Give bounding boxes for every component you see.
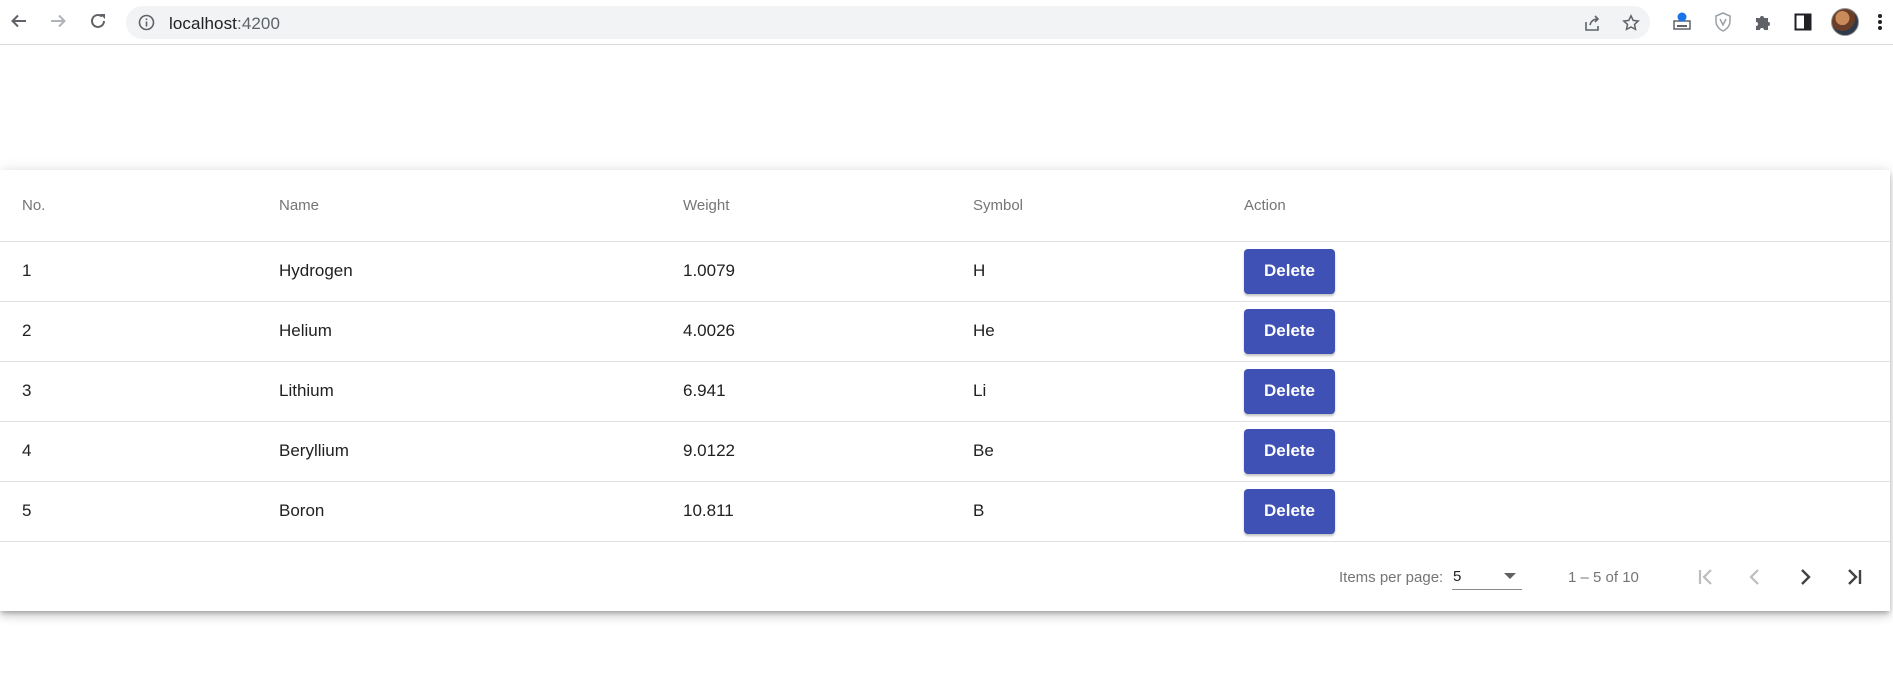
extensions-button[interactable]: [1752, 11, 1774, 33]
cell-action: Delete: [1244, 301, 1890, 362]
share-icon[interactable]: [1583, 14, 1601, 32]
cell-name: Boron: [279, 481, 683, 542]
more-menu-icon[interactable]: [1877, 12, 1883, 32]
header-symbol: Symbol: [973, 170, 1244, 242]
delete-button[interactable]: Delete: [1244, 308, 1335, 354]
dropdown-arrow-icon: [1504, 572, 1516, 579]
cell-weight: 10.811: [683, 481, 973, 542]
last-page-icon: [1848, 568, 1862, 585]
table-row: 1 Hydrogen 1.0079 H Delete: [0, 241, 1890, 302]
browser-toolbar: localhost:4200: [0, 0, 1893, 45]
header-row: No. Name Weight Symbol Action: [0, 170, 1890, 242]
cell-no: 3: [0, 361, 279, 422]
items-per-page-value: 5: [1453, 567, 1462, 585]
side-panel-button[interactable]: [1792, 11, 1814, 33]
arrow-left-icon: [11, 14, 26, 28]
reload-button[interactable]: [87, 10, 109, 32]
header-action: Action: [1244, 170, 1890, 242]
delete-button[interactable]: Delete: [1244, 428, 1335, 474]
address-bar[interactable]: localhost:4200: [126, 6, 1650, 39]
next-page-button[interactable]: [1788, 560, 1822, 594]
extension-button-1[interactable]: [1671, 11, 1693, 33]
url-host: localhost: [169, 14, 237, 33]
elements-table: No. Name Weight Symbol Action 1 Hydrogen…: [0, 170, 1890, 542]
chevron-left-icon: [1749, 568, 1759, 585]
table-row: 3 Lithium 6.941 Li Delete: [0, 361, 1890, 422]
profile-avatar[interactable]: [1831, 8, 1859, 36]
cell-name: Lithium: [279, 361, 683, 422]
range-label: 1 – 5 of 10: [1568, 568, 1639, 586]
cell-no: 5: [0, 481, 279, 542]
cell-name: Hydrogen: [279, 241, 683, 302]
items-per-page-label: Items per page:: [1339, 568, 1444, 586]
header-weight: Weight: [683, 170, 973, 242]
table-row: 2 Helium 4.0026 He Delete: [0, 301, 1890, 362]
back-button[interactable]: [8, 10, 30, 32]
paginator: Items per page: 5 1 – 5 of 10: [0, 542, 1890, 612]
table-row: 4 Beryllium 9.0122 Be Delete: [0, 421, 1890, 482]
forward-button[interactable]: [47, 10, 69, 32]
header-no: No.: [0, 170, 279, 242]
last-page-button[interactable]: [1837, 560, 1871, 594]
url-text[interactable]: localhost:4200: [169, 14, 280, 34]
cell-action: Delete: [1244, 361, 1890, 422]
header-name: Name: [279, 170, 683, 242]
elements-table-card: No. Name Weight Symbol Action 1 Hydrogen…: [0, 170, 1890, 611]
delete-button[interactable]: Delete: [1244, 368, 1335, 414]
previous-page-button[interactable]: [1738, 560, 1772, 594]
cell-action: Delete: [1244, 241, 1890, 302]
cell-no: 2: [0, 301, 279, 362]
cell-weight: 1.0079: [683, 241, 973, 302]
cell-name: Beryllium: [279, 421, 683, 482]
first-page-icon: [1698, 568, 1712, 585]
cell-symbol: B: [973, 481, 1244, 542]
puzzle-icon: [1756, 16, 1770, 30]
star-icon[interactable]: [1622, 14, 1640, 32]
cell-weight: 9.0122: [683, 421, 973, 482]
url-port: :4200: [237, 14, 281, 33]
cell-symbol: H: [973, 241, 1244, 302]
first-page-button[interactable]: [1689, 560, 1723, 594]
reload-icon: [91, 13, 105, 28]
delete-button[interactable]: Delete: [1244, 248, 1335, 294]
side-panel-icon: [1794, 13, 1812, 31]
printer-extension-icon: [1673, 12, 1691, 30]
table-row: 5 Boron 10.811 B Delete: [0, 481, 1890, 542]
cell-symbol: He: [973, 301, 1244, 362]
cell-symbol: Be: [973, 421, 1244, 482]
arrow-right-icon: [51, 14, 66, 28]
cell-weight: 4.0026: [683, 301, 973, 362]
delete-button[interactable]: Delete: [1244, 488, 1335, 534]
shield-icon: [1715, 12, 1731, 32]
cell-no: 1: [0, 241, 279, 302]
cell-name: Helium: [279, 301, 683, 362]
extension-button-2[interactable]: [1712, 11, 1734, 33]
cell-no: 4: [0, 421, 279, 482]
cell-symbol: Li: [973, 361, 1244, 422]
chevron-right-icon: [1801, 568, 1811, 585]
info-icon[interactable]: [138, 14, 155, 31]
cell-action: Delete: [1244, 421, 1890, 482]
items-per-page-select[interactable]: 5: [1452, 564, 1522, 590]
cell-weight: 6.941: [683, 361, 973, 422]
cell-action: Delete: [1244, 481, 1890, 542]
